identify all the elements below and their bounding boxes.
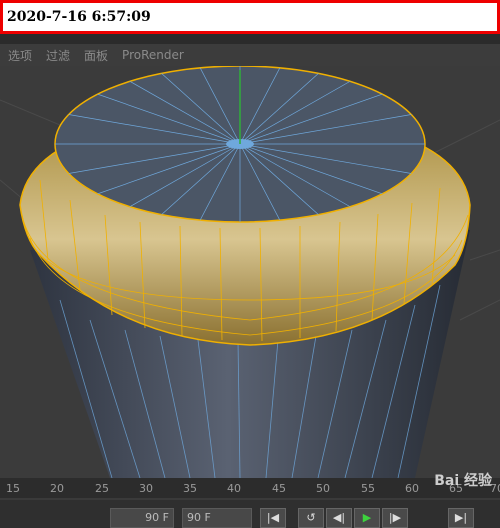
menu-item-prorender[interactable]: ProRender: [122, 48, 184, 62]
timeline-tick: 40: [227, 482, 241, 495]
go-to-start-button[interactable]: |◀: [260, 508, 286, 528]
timeline-tick: 50: [316, 482, 330, 495]
prev-key-button[interactable]: ↺: [298, 508, 324, 528]
menu-item-filter[interactable]: 过滤: [46, 47, 70, 64]
timeline-ruler[interactable]: 15 20 25 30 35 40 45 50 55 60 65 70: [0, 476, 500, 498]
top-toolbar: [0, 34, 500, 44]
timeline-tick: 25: [95, 482, 109, 495]
start-frame-field[interactable]: 90 F: [110, 508, 174, 528]
viewport-canvas: [0, 66, 500, 478]
timeline-tick: 55: [361, 482, 375, 495]
timestamp-text: 2020-7-16 6:57:09: [7, 9, 151, 25]
play-icon: ▶: [362, 511, 372, 524]
watermark-text: Bai 经验: [434, 473, 492, 489]
timeline-tick: 35: [183, 482, 197, 495]
watermark: Bai 经验: [434, 470, 492, 490]
transport-bar: 90 F 90 F |◀ ↺ ◀| ▶ |▶ ▶|: [0, 500, 500, 528]
timeline-tick: 15: [6, 482, 20, 495]
3d-viewport[interactable]: [0, 66, 500, 478]
timeline-tick: 30: [139, 482, 153, 495]
step-forward-button[interactable]: |▶: [382, 508, 408, 528]
skip-back-icon: |◀: [266, 511, 280, 524]
timeline-tick: 45: [272, 482, 286, 495]
menu-item-options[interactable]: 选项: [8, 47, 32, 64]
step-back-icon: ◀|: [332, 511, 346, 524]
skip-forward-icon: ▶|: [454, 511, 468, 524]
play-button[interactable]: ▶: [354, 508, 380, 528]
refresh-icon: ↺: [306, 511, 316, 524]
step-forward-icon: |▶: [388, 511, 402, 524]
end-frame-field[interactable]: 90 F: [182, 508, 252, 528]
timeline-tick: 60: [405, 482, 419, 495]
step-back-button[interactable]: ◀|: [326, 508, 352, 528]
menu-item-panel[interactable]: 面板: [84, 47, 108, 64]
timestamp-banner: 2020-7-16 6:57:09: [0, 0, 500, 34]
go-to-end-button[interactable]: ▶|: [448, 508, 474, 528]
timeline-tick: 20: [50, 482, 64, 495]
viewport-menu-bar: 选项 过滤 面板 ProRender: [0, 44, 500, 66]
